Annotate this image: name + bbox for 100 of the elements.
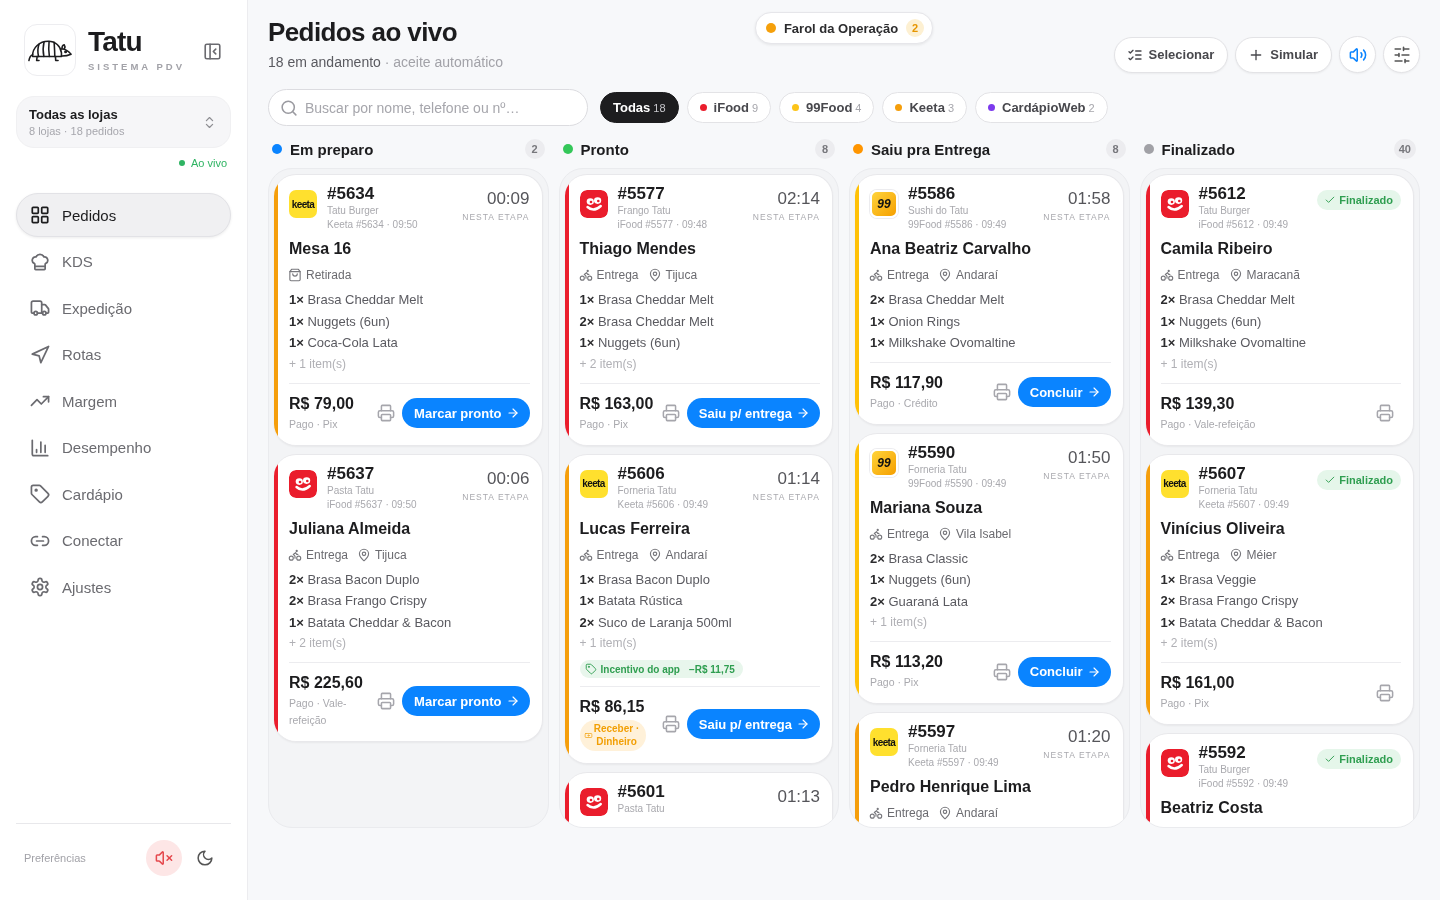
order-source: 99Food #5590 · 09:49 [908,476,1008,491]
nav-item[interactable]: Conectar [16,518,231,563]
status-label: Finalizado [1339,194,1393,206]
nav-item[interactable]: Rotas [16,332,231,377]
printer-icon [378,693,395,709]
order-item: 2× Suco de Laranja 500ml [579,613,733,632]
advance-order-button[interactable]: Marcar pronto [402,398,530,428]
filter-tab[interactable]: Keeta 3 [882,92,967,123]
sidebar-panel-icon [204,42,221,60]
location-pin-icon [648,269,661,281]
advance-order-button[interactable]: Marcar pronto [402,686,530,716]
nav-item[interactable]: KDS [16,239,231,284]
more-items: + 2 item(s) [579,355,638,373]
dot-icon [765,23,776,33]
order-item: 1× Nuggets (6un) [579,334,682,352]
store-name: Tatu Burger [1198,763,1252,777]
print-button[interactable] [378,405,395,421]
neighborhood: Tijuca [375,546,407,563]
stage-timer: 01:58 [1066,189,1111,209]
neighborhood: Méier [1246,546,1277,563]
nav-item[interactable]: Cardápio [16,472,231,516]
navigation-icon [31,345,49,364]
advance-order-button[interactable]: Saiu p/ entrega [686,398,820,428]
print-button[interactable] [378,693,395,709]
order-source: 99Food #5586 · 09:49 [908,218,1008,232]
filter-tab[interactable]: 99Food 4 [779,92,875,123]
column-title: Saiu pra Entrega [871,140,991,158]
bar-chart-icon [31,438,49,457]
order-number: #5597 [908,722,957,742]
print-button[interactable] [1377,684,1393,701]
advance-order-button[interactable]: Saiu p/ entrega [686,709,820,739]
payment-status: Receber · Dinheiro [593,723,640,748]
order-source: Keeta #5634 · 09:50 [327,218,419,232]
payment-status: Pago · Pix [579,416,629,432]
brand-logo: 99 [870,448,898,477]
advance-order-button[interactable]: Concluir [1017,656,1111,687]
fulfillment-type: Entrega [887,525,930,542]
order-total: R$ 86,15 [579,697,646,717]
print-button[interactable] [662,405,679,421]
store-name: Forneria Tatu [908,462,968,477]
page-subtitle: 18 em andamento · aceite automático [268,53,504,71]
nav-item[interactable]: Ajustes [16,565,231,609]
payment-status: Pago · Pix [289,416,339,432]
bicycle-icon [579,269,592,281]
arrow-right-icon [506,695,519,707]
column-count: 2 [524,139,545,159]
arrow-right-icon [1087,665,1100,678]
select-button[interactable]: Selecionar [1113,36,1229,73]
print-button[interactable] [1377,405,1393,421]
stage-timer: 01:13 [777,787,820,807]
store-name: Pasta Tatu [327,483,376,498]
store-name: Sushi do Tatu [908,204,970,218]
order-total: R$ 139,30 [1160,393,1236,414]
advance-order-button[interactable]: Concluir [1017,377,1111,407]
printer-icon [1377,405,1393,421]
simulate-button[interactable]: Simular [1235,36,1332,73]
filter-tab[interactable]: CardápioWeb 2 [975,92,1108,123]
sound-toggle-button[interactable] [1339,36,1376,73]
search-field[interactable]: Buscar por nome, telefone ou nº… [268,89,588,126]
filter-settings-button[interactable] [1383,36,1420,73]
filter-tab[interactable]: iFood 9 [686,92,772,123]
order-item: 1× Milkshake Ovomaltine [1160,334,1308,352]
stage-timer: 00:06 [485,468,530,489]
chef-hat-icon [31,252,49,271]
column-title: Finalizado [1161,140,1235,158]
nav-item[interactable]: Margem [16,379,231,423]
location-pin-icon [358,548,371,561]
order-number: #5590 [908,442,957,463]
nav-item[interactable]: Expedição [16,286,231,330]
grid-icon [31,206,49,224]
order-total: R$ 79,00 [289,393,355,414]
moon-icon [197,850,213,866]
payment-status: Pago · Pix [870,675,920,690]
filter-tab[interactable]: Todas 18 [600,92,679,123]
sliders-icon [1393,46,1410,63]
column-title: Em preparo [290,140,374,158]
order-number: #5601 [617,782,666,802]
order-item: 1× Milkshake Ovomaltine [870,334,1017,352]
print-button[interactable] [993,663,1010,680]
order-item: 2× Brasa Frango Crispy [1160,592,1300,610]
nav-item[interactable]: Desempenho [16,425,231,470]
stage-label: NESTA ETAPA [462,212,530,223]
order-source: iFood #5612 · 09:49 [1198,218,1289,232]
order-item: 1× Batata Cheddar & Bacon [289,613,453,632]
print-button[interactable] [993,384,1010,400]
operation-alert-button[interactable]: Farol da Operação 2 [754,12,934,44]
store-selector[interactable]: Todas as lojas 8 lojas · 18 pedidos [16,96,231,148]
order-item: 1× Brasa Veggie [1160,570,1258,589]
stage-timer: 01:14 [776,468,820,489]
mute-button[interactable] [146,840,182,876]
order-number: #5586 [908,184,957,204]
neighborhood: Vila Isabel [956,525,1012,542]
nav-item[interactable]: Pedidos [16,193,231,237]
customer-name: Mariana Souza [870,497,984,518]
neighborhood: Maracanã [1246,267,1300,283]
location-pin-icon [939,269,952,281]
smile-icon [289,469,317,498]
collapse-sidebar-button[interactable] [204,42,221,60]
stage-timer: 02:14 [776,189,820,209]
print-button[interactable] [662,716,679,732]
